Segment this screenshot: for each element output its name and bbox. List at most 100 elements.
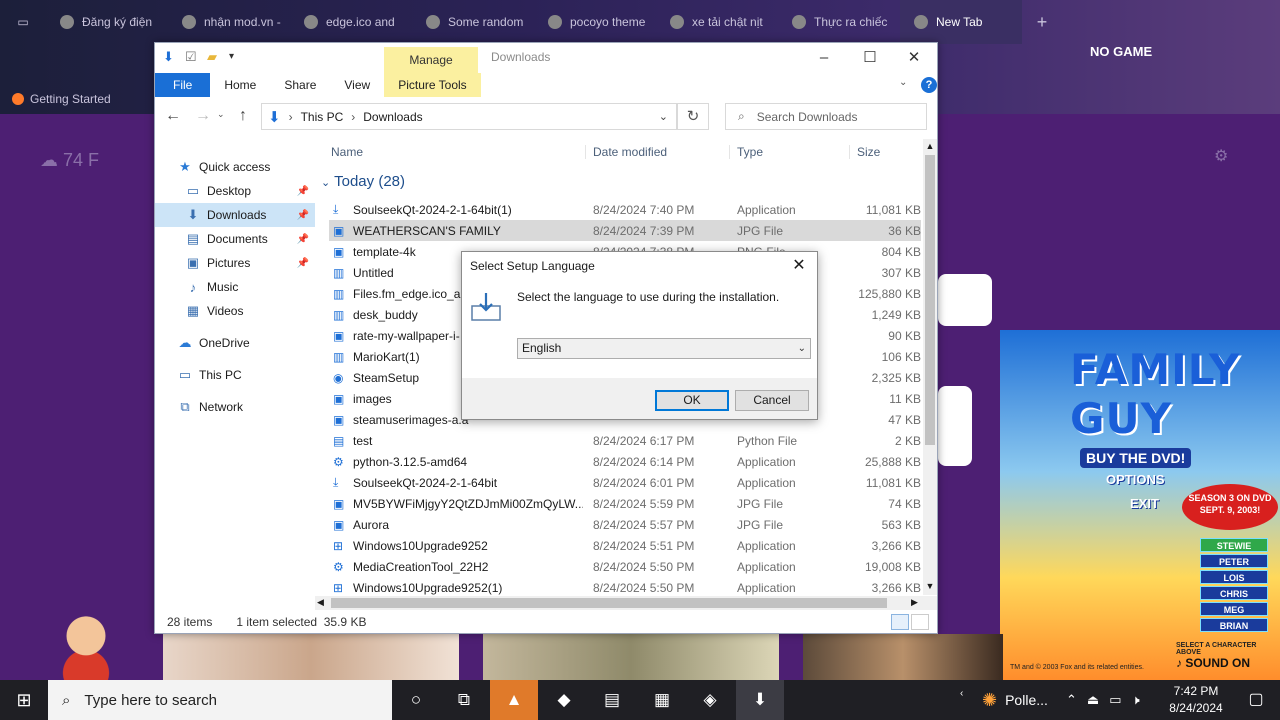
nav-item[interactable]: ⧉ Network <box>155 395 315 419</box>
taskbar-scroll-icon[interactable]: ‹ <box>960 688 963 699</box>
shortcut-tile[interactable] <box>938 386 972 466</box>
nav-item[interactable]: ★ Quick access <box>155 155 315 179</box>
scroll-right-icon[interactable]: ▶ <box>911 597 918 608</box>
file-row[interactable]: ⚙ python-3.12.5-amd64 8/24/2024 6:14 PM App… <box>329 451 921 472</box>
news-thumbnail[interactable] <box>483 634 779 684</box>
minimize-button[interactable]: – <box>801 43 847 73</box>
scroll-left-icon[interactable]: ◀ <box>317 597 324 608</box>
recent-locations-icon[interactable]: ⌄ <box>217 109 225 120</box>
taskbar-clock[interactable]: 7:42 PM 8/24/2024 <box>1160 683 1232 717</box>
new-folder-icon[interactable]: ▰ <box>207 49 221 65</box>
ad-character-button[interactable]: STEWIE <box>1200 538 1268 552</box>
file-row[interactable]: ⤓ SoulseekQt-2024-2-1-64bit(1) 8/24/2024 7… <box>329 199 921 220</box>
forward-arrow-icon[interactable]: → <box>195 107 211 125</box>
refresh-icon[interactable]: ↻ <box>677 103 709 130</box>
app-icon[interactable]: ◈ <box>686 680 734 720</box>
cortana-icon[interactable]: ○ <box>392 680 440 720</box>
file-row[interactable]: ⊞ Windows10Upgrade9252 8/24/2024 5:51 PM Ap… <box>329 535 921 556</box>
tab-view[interactable]: View <box>330 73 384 97</box>
vertical-scroll-thumb[interactable] <box>925 155 935 445</box>
expand-ribbon-icon[interactable]: ⌄ <box>899 77 907 88</box>
file-row[interactable]: ▣ WEATHERSCAN'S FAMILY 8/24/2024 7:39 PM JP… <box>329 220 921 241</box>
column-name[interactable]: Name <box>331 145 363 159</box>
dialog-title[interactable]: Select Setup Language <box>462 252 817 280</box>
browser-tab[interactable]: Đăng ký điện <box>46 0 168 44</box>
file-row[interactable]: ▣ MV5BYWFiMjgyY2QtZDJmMi00ZmQyLW... 8/24/2… <box>329 493 921 514</box>
column-divider[interactable] <box>585 145 586 159</box>
file-explorer-taskbar-icon[interactable]: ▤ <box>588 680 636 720</box>
new-tab-plus-icon[interactable]: + <box>1022 12 1062 33</box>
task-view-icon[interactable]: ⧉ <box>440 680 488 720</box>
browser-tab[interactable]: New Tab <box>900 0 1022 44</box>
ad-character-button[interactable]: LOIS <box>1200 570 1268 584</box>
browser-tab[interactable]: Some random <box>412 0 534 44</box>
notification-icon[interactable]: ▢ <box>1236 680 1276 720</box>
details-view-icon[interactable] <box>891 614 909 630</box>
nav-item[interactable]: ▦ Videos <box>155 299 315 323</box>
network-icon[interactable]: ▭ <box>1109 692 1121 708</box>
file-row[interactable]: ⊞ Windows10Upgrade9252(1) 8/24/2024 5:50 P… <box>329 577 921 595</box>
scroll-down-icon[interactable]: ▼ <box>923 581 937 591</box>
pin-icon[interactable]: 📌 <box>297 210 309 221</box>
horizontal-scroll-thumb[interactable] <box>331 598 887 608</box>
tab-share[interactable]: Share <box>270 73 330 97</box>
maximize-button[interactable]: ☐ <box>847 43 893 73</box>
photos-app-icon[interactable]: ▲ <box>490 680 538 720</box>
column-divider[interactable] <box>729 145 730 159</box>
taskbar-weather[interactable]: ✺ Polle... <box>982 680 1048 720</box>
nav-item[interactable]: ☁ OneDrive <box>155 331 315 355</box>
usb-icon[interactable]: ⏏ <box>1087 692 1099 708</box>
nav-item[interactable]: ♪ Music <box>155 275 315 299</box>
pin-icon[interactable]: 📌 <box>297 186 309 197</box>
title-bar[interactable]: ⬇ ☑ ▰ ▾ Manage Downloads – ☐ ✕ <box>155 43 937 73</box>
ad-character-button[interactable]: PETER <box>1200 554 1268 568</box>
customize-toolbar-icon[interactable]: ▾ <box>229 49 243 65</box>
tab-actions-icon[interactable]: ▭ <box>0 0 46 44</box>
calculator-icon[interactable]: ▦ <box>638 680 686 720</box>
nav-item[interactable]: ▭ Desktop 📌 <box>155 179 315 203</box>
browser-tab[interactable]: pocoyo theme <box>534 0 656 44</box>
manage-tab[interactable]: Manage <box>384 47 478 73</box>
ad-character-button[interactable]: BRIAN <box>1200 618 1268 632</box>
column-size[interactable]: Size <box>857 145 880 159</box>
ad-exit-button[interactable]: EXIT <box>1130 496 1159 511</box>
windows-start-icon[interactable]: ⊞ <box>0 680 48 720</box>
setup-taskbar-icon[interactable]: ⬇ <box>736 680 784 720</box>
tab-picture-tools[interactable]: Picture Tools <box>384 73 481 97</box>
ad-sound-toggle[interactable]: ♪ SOUND ON <box>1176 656 1250 670</box>
ad-character-button[interactable]: CHRIS <box>1200 586 1268 600</box>
nav-item[interactable]: ▤ Documents 📌 <box>155 227 315 251</box>
language-dropdown[interactable]: English ⌄ <box>517 338 811 359</box>
pin-icon[interactable]: 📌 <box>297 258 309 269</box>
cancel-button[interactable]: Cancel <box>735 390 809 411</box>
ad-buy-button[interactable]: BUY THE DVD! <box>1080 448 1192 468</box>
breadcrumb-downloads[interactable]: Downloads <box>363 110 422 124</box>
column-date-modified[interactable]: Date modified <box>593 145 667 159</box>
pin-icon[interactable]: 📌 <box>297 234 309 245</box>
dialog-close-icon[interactable]: ✕ <box>787 254 811 278</box>
large-icons-view-icon[interactable] <box>911 614 929 630</box>
tab-home[interactable]: Home <box>210 73 270 97</box>
search-box[interactable]: ⌕ Search Downloads <box>725 103 927 130</box>
chevron-up-icon[interactable]: ⌃ <box>1066 692 1077 708</box>
browser-tab[interactable]: nhận mod.vn - <box>168 0 290 44</box>
nav-item[interactable]: ⬇ Downloads 📌 <box>155 203 315 227</box>
nav-item[interactable]: ▭ This PC <box>155 363 315 387</box>
taskbar-search-box[interactable]: ⌕ Type here to search <box>48 680 392 720</box>
bookmark-getting-started[interactable]: Getting Started <box>12 92 111 106</box>
volume-muted-icon[interactable]: 🕨 <box>1132 692 1140 708</box>
ad-options-button[interactable]: OPTIONS <box>1106 472 1165 487</box>
properties-icon[interactable]: ☑ <box>185 49 199 65</box>
file-row[interactable]: ⚙ MediaCreationTool_22H2 8/24/2024 5:50 PM… <box>329 556 921 577</box>
breadcrumb-this-pc[interactable]: This PC <box>301 110 344 124</box>
gear-icon[interactable]: ⚙ <box>1214 146 1228 166</box>
address-dropdown-icon[interactable]: ⌄ <box>659 110 668 123</box>
shortcut-tile[interactable] <box>938 274 992 326</box>
close-button[interactable]: ✕ <box>891 43 937 73</box>
ad-character-button[interactable]: MEG <box>1200 602 1268 616</box>
app-icon[interactable]: ◆ <box>540 680 588 720</box>
back-arrow-icon[interactable]: ← <box>165 107 181 125</box>
column-type[interactable]: Type <box>737 145 763 159</box>
browser-tab[interactable]: xe tải chật nịt <box>656 0 778 44</box>
browser-tab[interactable]: edge.ico and <box>290 0 412 44</box>
